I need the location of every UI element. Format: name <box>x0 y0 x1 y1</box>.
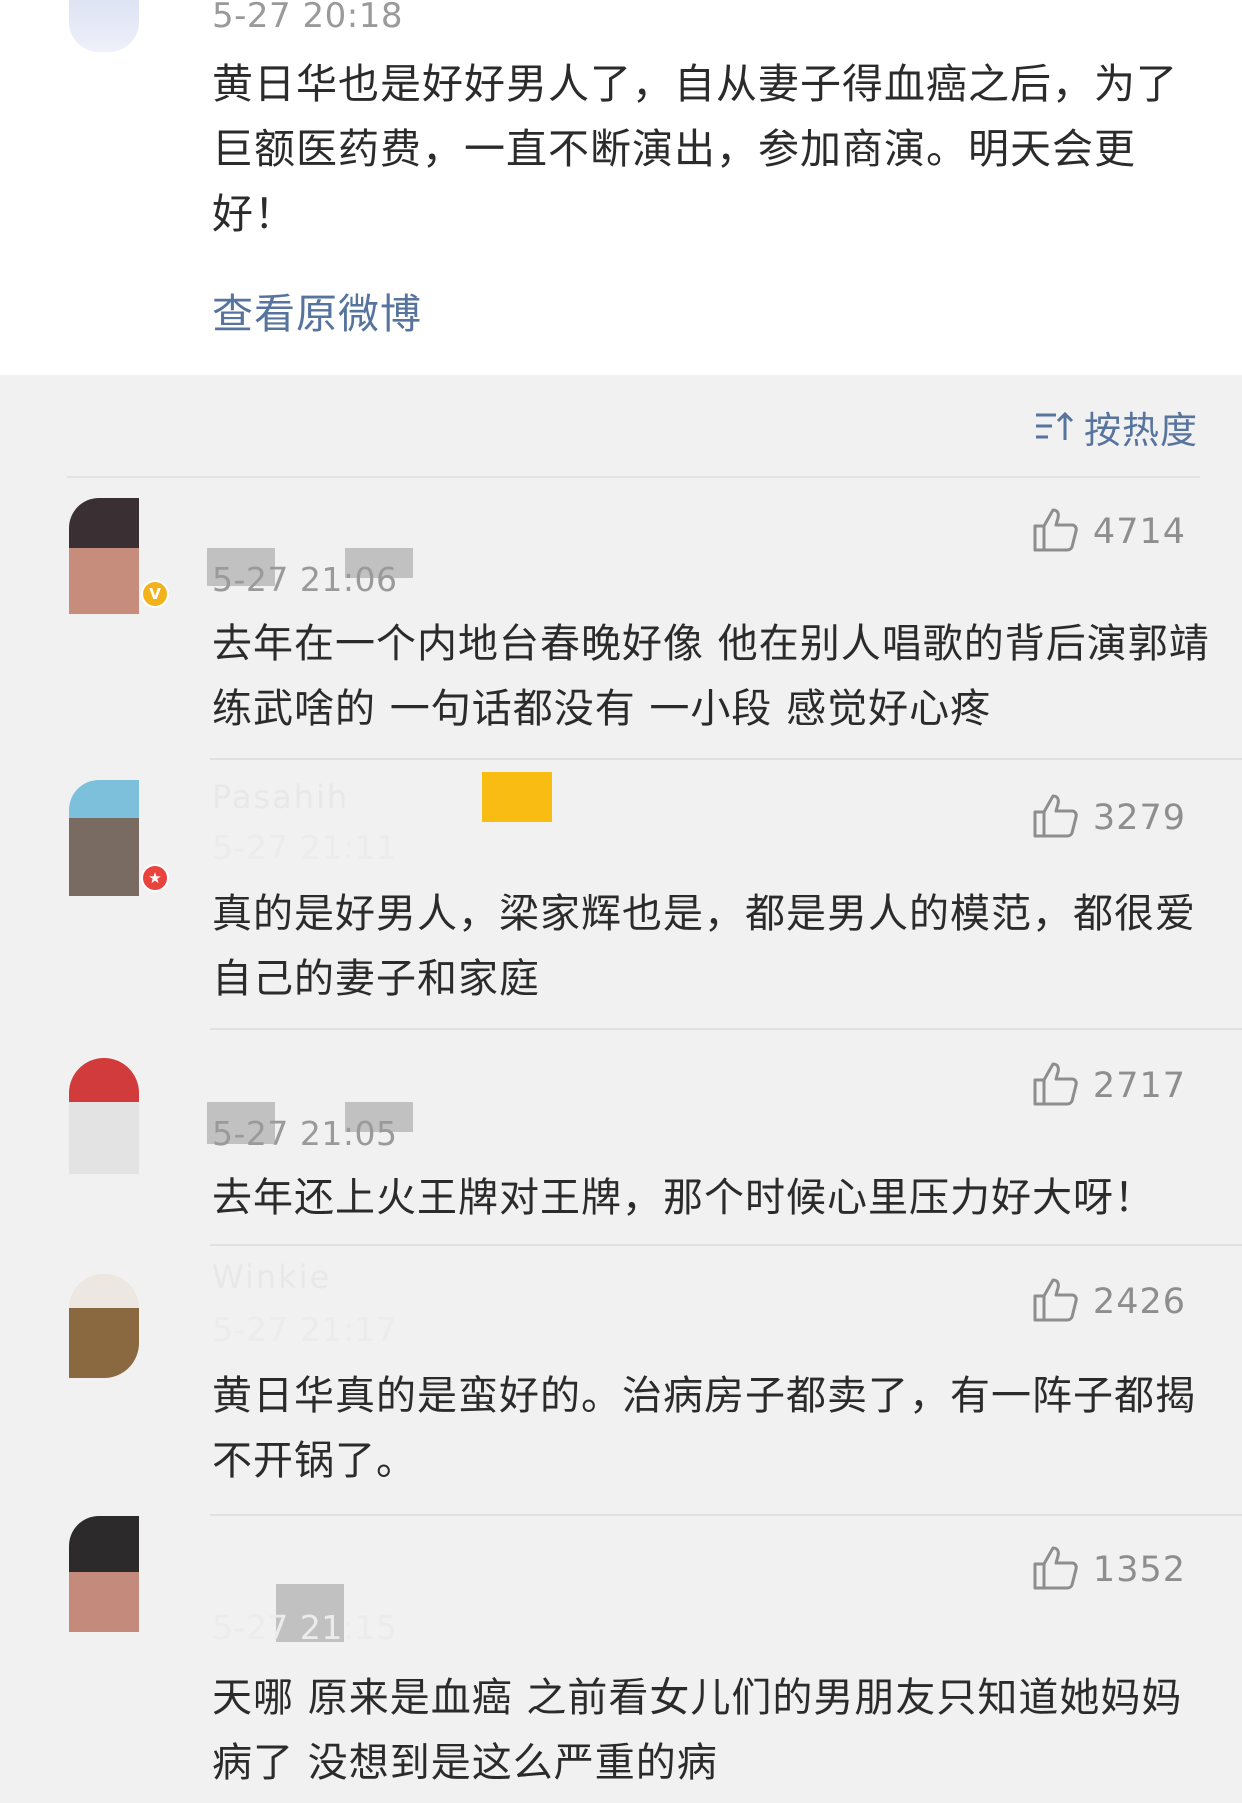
thumbs-up-icon <box>1031 1060 1079 1112</box>
commenter-username[interactable]: Pasahih <box>212 778 349 816</box>
thumbs-up-icon <box>1031 792 1079 844</box>
sort-label: 按热度 <box>1084 409 1198 452</box>
thumbs-up-icon <box>1031 1544 1079 1596</box>
like-count: 1352 <box>1092 1550 1186 1590</box>
post-timestamp: 5-27 20:18 <box>212 0 403 36</box>
like-button[interactable]: 2717 <box>1031 1060 1186 1112</box>
like-count: 2426 <box>1092 1282 1186 1322</box>
thumbs-up-icon <box>1031 506 1079 558</box>
comment-item: Winkie 5-27 21:17 2426 黄日华真的是蛮好的。治病房子都卖了… <box>0 1246 1242 1516</box>
like-count: 4714 <box>1092 512 1186 552</box>
view-original-weibo-link[interactable]: 查看原微博 <box>212 280 422 340</box>
like-count: 2717 <box>1092 1066 1186 1106</box>
comment-timestamp: 5-27 21:17 <box>212 1310 398 1349</box>
like-button[interactable]: 2426 <box>1031 1276 1186 1328</box>
comment-text: 真的是好男人，梁家辉也是，都是男人的模范，都很爱自己的妻子和家庭 <box>212 891 1196 1002</box>
comment-text: 去年还上火王牌对王牌，那个时候心里压力好大呀！ <box>212 1175 1155 1221</box>
comment-item: 5-27 21:05 2717 去年还上火王牌对王牌，那个时候心里压力好大呀！ <box>0 1030 1242 1246</box>
like-count: 3279 <box>1092 798 1186 838</box>
like-button[interactable]: 1352 <box>1031 1544 1186 1596</box>
comment-item: V 5-27 21:06 4714 去年在一个内地台春晚好像 他在别人唱歌的背后… <box>0 476 1242 760</box>
comment-item: ★ Pasahih 5-27 21:11 3279 真的是好男人，梁家辉也是，都… <box>0 760 1242 1030</box>
comment-item: 5-27 21:15 1352 天哪 原来是血癌 之前看女儿们的男朋友只知道她妈… <box>0 1516 1242 1803</box>
post-text: 黄日华也是好好男人了，自从妻子得血癌之后，为了巨额医药费，一直不断演出，参加商演… <box>212 60 1178 238</box>
original-post-card: 5-27 20:18 黄日华也是好好男人了，自从妻子得血癌之后，为了巨额医药费，… <box>0 0 1242 375</box>
commenter-avatar[interactable] <box>69 1274 139 1390</box>
commenter-avatar[interactable] <box>69 1516 139 1632</box>
like-button[interactable]: 3279 <box>1031 792 1186 844</box>
comment-timestamp: 5-27 21:06 <box>212 560 398 599</box>
sort-icon <box>1034 410 1074 444</box>
verified-gold-badge-icon: V <box>141 580 169 608</box>
commenter-username[interactable]: Winkie <box>212 1258 331 1296</box>
comment-timestamp: 5-27 21:15 <box>212 1608 398 1647</box>
sort-by-hot-button[interactable]: 按热度 <box>1034 400 1198 454</box>
commenter-avatar[interactable] <box>69 780 139 896</box>
thumbs-up-icon <box>1031 1276 1079 1328</box>
comment-timestamp: 5-27 21:11 <box>212 828 398 867</box>
commenter-avatar[interactable] <box>69 1058 139 1174</box>
commenter-avatar[interactable] <box>69 498 139 614</box>
like-button[interactable]: 4714 <box>1031 506 1186 558</box>
emoji-sticker <box>482 772 552 822</box>
verified-red-star-badge-icon: ★ <box>141 864 169 892</box>
comment-text: 天哪 原来是血癌 之前看女儿们的男朋友只知道她妈妈病了 没想到是这么严重的病 <box>212 1675 1183 1786</box>
comment-text: 去年在一个内地台春晚好像 他在别人唱歌的背后演郭靖练武啥的 一句话都没有 一小段… <box>212 621 1210 732</box>
comment-text: 黄日华真的是蛮好的。治病房子都卖了，有一阵子都揭不开锅了。 <box>212 1373 1196 1484</box>
post-avatar[interactable] <box>69 0 139 52</box>
comment-timestamp: 5-27 21:05 <box>212 1114 398 1153</box>
